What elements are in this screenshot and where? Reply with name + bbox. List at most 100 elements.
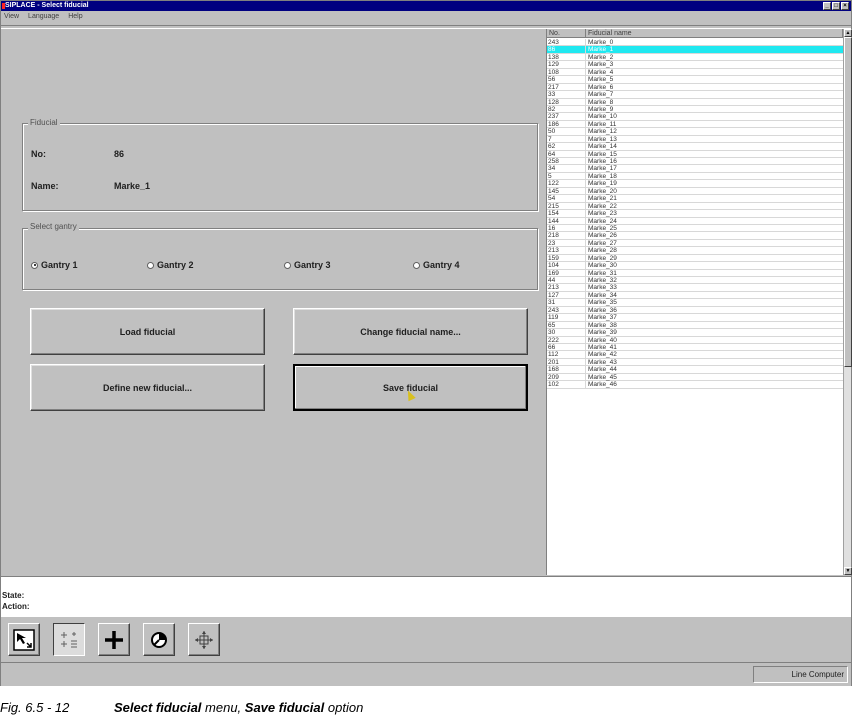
scroll-up-icon[interactable]: ▲ — [844, 29, 852, 37]
menu-help[interactable]: Help — [68, 11, 82, 23]
list-row[interactable]: 159 Marke_29 — [547, 254, 843, 263]
list-header: No. Fiducial name — [547, 29, 843, 38]
list-row[interactable]: 243 Marke_0 — [547, 39, 843, 47]
list-row[interactable]: 258 Marke_16 — [547, 158, 843, 166]
main-window: SIPLACE - Select fiducial _ □ × View Lan… — [0, 0, 852, 686]
list-row[interactable]: 215 Marke_22 — [547, 202, 843, 211]
list-row[interactable]: 56 Marke_5 — [547, 76, 843, 84]
list-row[interactable]: 129 Marke_3 — [547, 61, 843, 69]
fiducial-name-cell: Marke_17 — [588, 165, 617, 173]
list-row[interactable]: 30 Marke_39 — [547, 329, 843, 337]
list-row[interactable]: 66 Marke_41 — [547, 343, 843, 352]
figure-caption: Fig. 6.5 - 12 Select fiducial menu, Save … — [0, 700, 363, 715]
list-row[interactable]: 186 Marke_11 — [547, 120, 843, 129]
change-fiducial-name-button[interactable]: Change fiducial name... — [293, 308, 528, 355]
list-row[interactable]: 237 Marke_10 — [547, 113, 843, 121]
list-row[interactable]: 127 Marke_34 — [547, 291, 843, 300]
list-row[interactable]: 82 Marke_9 — [547, 105, 843, 114]
fiducial-number-cell: 237 — [547, 113, 586, 120]
fiducial-grid-button[interactable] — [53, 623, 85, 656]
list-row[interactable]: 112 Marke_42 — [547, 351, 843, 359]
list-row[interactable]: 31 Marke_35 — [547, 299, 843, 307]
list-row[interactable]: 168 Marke_44 — [547, 366, 843, 374]
list-row[interactable]: 23 Marke_27 — [547, 239, 843, 248]
gantry-4-radio[interactable]: Gantry 4 — [413, 260, 460, 270]
list-row[interactable]: 7 Marke_13 — [547, 135, 843, 144]
list-row[interactable]: 65 Marke_38 — [547, 321, 843, 330]
list-row[interactable]: 213 Marke_28 — [547, 247, 843, 255]
list-row[interactable]: 54 Marke_21 — [547, 195, 843, 203]
gantry-1-radio[interactable]: Gantry 1 — [31, 260, 78, 270]
list-row[interactable]: 145 Marke_20 — [547, 187, 843, 196]
gantry-2-radio[interactable]: Gantry 2 — [147, 260, 194, 270]
list-row[interactable]: 64 Marke_15 — [547, 150, 843, 158]
list-row[interactable]: 34 Marke_17 — [547, 165, 843, 173]
maximize-button[interactable]: □ — [832, 2, 840, 10]
list-row[interactable]: 128 Marke_8 — [547, 98, 843, 106]
gantry-4-label: Gantry 4 — [423, 260, 460, 270]
list-row[interactable]: 209 Marke_45 — [547, 373, 843, 382]
list-row[interactable]: 218 Marke_26 — [547, 232, 843, 240]
list-row[interactable]: 122 Marke_19 — [547, 180, 843, 188]
camera-button[interactable] — [143, 623, 175, 656]
list-row[interactable]: 144 Marke_24 — [547, 217, 843, 225]
fiducial-number-cell: 66 — [547, 343, 586, 351]
fiducial-name-cell: Marke_0 — [588, 39, 614, 46]
fiducial-number-cell: 159 — [547, 254, 586, 262]
list-row[interactable]: 201 Marke_43 — [547, 358, 843, 367]
list-row[interactable]: 50 Marke_12 — [547, 128, 843, 136]
list-row[interactable]: 108 Marke_4 — [547, 68, 843, 77]
close-button[interactable]: × — [841, 2, 849, 10]
fiducial-name-cell: Marke_32 — [588, 277, 617, 284]
list-row[interactable]: 16 Marke_25 — [547, 224, 843, 233]
list-row[interactable]: 213 Marke_33 — [547, 284, 843, 292]
menu-language[interactable]: Language — [28, 11, 59, 23]
fiducial-name-cell: Marke_43 — [588, 358, 617, 366]
fiducial-number-cell: 119 — [547, 314, 586, 321]
fiducial-name-cell: Marke_35 — [588, 299, 617, 307]
minimize-button[interactable]: _ — [823, 2, 831, 10]
list-row[interactable]: 138 Marke_2 — [547, 53, 843, 62]
column-header-name[interactable]: Fiducial name — [586, 29, 843, 37]
fiducial-number-cell: 44 — [547, 277, 586, 284]
load-fiducial-button[interactable]: Load fiducial — [30, 308, 265, 355]
column-header-no[interactable]: No. — [547, 29, 586, 37]
select-arrow-button[interactable] — [8, 623, 40, 656]
list-row[interactable]: 104 Marke_30 — [547, 262, 843, 270]
list-row[interactable]: 217 Marke_6 — [547, 83, 843, 92]
list-row[interactable]: 33 Marke_7 — [547, 91, 843, 99]
fiducial-number-cell: 108 — [547, 68, 586, 76]
cross-button[interactable] — [98, 623, 130, 656]
list-row[interactable]: 169 Marke_31 — [547, 269, 843, 277]
scroll-down-icon[interactable]: ▼ — [844, 567, 852, 575]
window-controls: _ □ × — [823, 2, 849, 10]
fiducial-number-cell: 34 — [547, 165, 586, 172]
list-row[interactable]: 222 Marke_40 — [547, 336, 843, 344]
list-row[interactable]: 44 Marke_32 — [547, 277, 843, 285]
list-row[interactable]: 102 Marke_46 — [547, 381, 843, 389]
list-row[interactable]: 154 Marke_23 — [547, 210, 843, 218]
fiducial-number-cell: 217 — [547, 83, 586, 91]
target-move-button[interactable] — [188, 623, 220, 656]
scroll-thumb[interactable] — [844, 37, 852, 367]
fiducial-name-cell: Marke_11 — [588, 120, 617, 128]
gantry-3-radio[interactable]: Gantry 3 — [284, 260, 331, 270]
fiducial-name-cell: Marke_46 — [588, 381, 617, 389]
fiducial-name-cell: Marke_14 — [588, 143, 617, 151]
cross-icon — [105, 630, 123, 649]
list-scrollbar[interactable]: ▲ ▼ — [843, 29, 852, 575]
fiducial-name-cell: Marke_30 — [588, 262, 617, 270]
fiducial-name-cell: Marke_29 — [588, 254, 617, 262]
define-new-fiducial-button[interactable]: Define new fiducial... — [30, 364, 265, 411]
list-row[interactable]: 86 Marke_1 — [547, 46, 843, 54]
list-row[interactable]: 62 Marke_14 — [547, 143, 843, 151]
list-row[interactable]: 119 Marke_37 — [547, 314, 843, 322]
save-fiducial-button[interactable]: Save fiducial — [293, 364, 528, 411]
gantry-2-label: Gantry 2 — [157, 260, 194, 270]
figure-number: Fig. 6.5 - 12 — [0, 700, 70, 715]
list-row[interactable]: 243 Marke_36 — [547, 306, 843, 315]
menu-view[interactable]: View — [4, 11, 19, 23]
fiducial-number-cell: 243 — [547, 306, 586, 314]
list-row[interactable]: 5 Marke_18 — [547, 172, 843, 181]
fiducial-list[interactable]: No. Fiducial name 243 Marke_0 86 Marke_1 138… — [546, 29, 852, 575]
